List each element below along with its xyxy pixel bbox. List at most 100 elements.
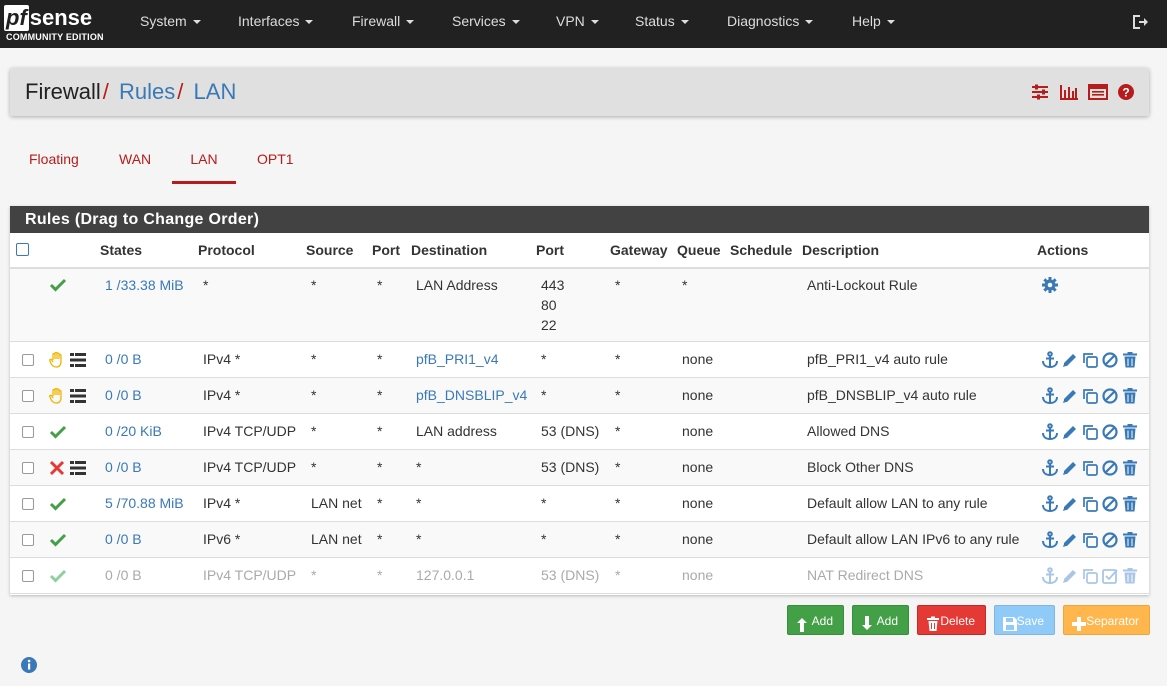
nav-system[interactable]: System xyxy=(140,0,201,48)
dest-port-cell: * xyxy=(541,531,547,547)
copy-icon[interactable] xyxy=(1081,387,1099,405)
nav-diagnostics[interactable]: Diagnostics xyxy=(727,0,814,48)
delete-button[interactable]: Delete xyxy=(917,605,986,635)
nav-interfaces[interactable]: Interfaces xyxy=(238,0,314,48)
caret-down-icon xyxy=(192,20,201,25)
caret-down-icon xyxy=(805,20,814,25)
anchor-icon[interactable] xyxy=(1041,459,1059,477)
states-link[interactable]: 0 /0 B xyxy=(105,351,142,367)
row-select-checkbox[interactable] xyxy=(22,390,34,402)
row-actions xyxy=(1041,351,1139,369)
states-link[interactable]: 0 /0 B xyxy=(105,387,142,403)
row-select-checkbox[interactable] xyxy=(22,570,34,582)
anchor-icon[interactable] xyxy=(1041,567,1059,585)
separator-button[interactable]: Separator xyxy=(1063,605,1150,635)
row-select-checkbox[interactable] xyxy=(22,534,34,546)
enable-checkbox-icon[interactable] xyxy=(1101,567,1119,585)
select-all-checkbox[interactable] xyxy=(16,243,29,256)
pencil-icon[interactable] xyxy=(1061,459,1079,477)
tab-opt1[interactable]: OPT1 xyxy=(257,144,294,184)
pencil-icon[interactable] xyxy=(1061,567,1079,585)
states-link[interactable]: 0 /0 B xyxy=(105,531,142,547)
pfsense-logo[interactable]: pf sense COMMUNITY EDITION xyxy=(4,4,112,44)
log-list-icon[interactable] xyxy=(1088,83,1108,101)
destination-cell[interactable]: pfB_PRI1_v4 xyxy=(416,351,499,367)
disable-ban-icon[interactable] xyxy=(1101,531,1119,549)
row-select-checkbox[interactable] xyxy=(22,426,34,438)
table-row[interactable]: 0 /0 B IPv4 * * * pfB_PRI1_v4 * * none p… xyxy=(10,342,1149,378)
trash-icon[interactable] xyxy=(1121,423,1139,441)
trash-icon[interactable] xyxy=(1121,387,1139,405)
tab-lan[interactable]: LAN xyxy=(172,144,236,184)
trash-icon[interactable] xyxy=(1121,351,1139,369)
anchor-icon[interactable] xyxy=(1041,423,1059,441)
pencil-icon[interactable] xyxy=(1061,495,1079,513)
caret-down-icon xyxy=(511,20,520,25)
pencil-icon[interactable] xyxy=(1061,351,1079,369)
anchor-icon[interactable] xyxy=(1041,387,1059,405)
row-select-checkbox[interactable] xyxy=(22,498,34,510)
table-row[interactable]: 0 /0 B IPv6 * LAN net * * * * none Defau… xyxy=(10,522,1149,558)
copy-icon[interactable] xyxy=(1081,459,1099,477)
source-port-cell: * xyxy=(377,531,383,547)
help-icon[interactable]: ? xyxy=(1117,83,1137,101)
anchor-icon[interactable] xyxy=(1041,351,1059,369)
tab-wan[interactable]: WAN xyxy=(119,144,151,184)
pencil-icon[interactable] xyxy=(1061,387,1079,405)
table-row[interactable]: 0 /0 B IPv4 TCP/UDP * * * 53 (DNS) * non… xyxy=(10,450,1149,486)
trash-icon[interactable] xyxy=(1121,459,1139,477)
copy-icon[interactable] xyxy=(1081,495,1099,513)
sign-out-icon[interactable] xyxy=(1131,13,1149,31)
states-link[interactable]: 0 /20 KiB xyxy=(105,423,162,439)
nav-status[interactable]: Status xyxy=(635,0,689,48)
row-select-checkbox[interactable] xyxy=(22,462,34,474)
arrow-down-icon xyxy=(860,613,876,630)
table-row[interactable]: 0 /0 B IPv4 * * * pfB_DNSBLIP_v4 * * non… xyxy=(10,378,1149,414)
row-select-checkbox[interactable] xyxy=(22,354,34,366)
copy-icon[interactable] xyxy=(1081,531,1099,549)
sliders-icon[interactable] xyxy=(1030,83,1050,101)
info-circle-icon[interactable] xyxy=(20,656,38,674)
nav-help[interactable]: Help xyxy=(852,0,895,48)
anchor-icon[interactable] xyxy=(1041,531,1059,549)
nav-services[interactable]: Services xyxy=(452,0,520,48)
states-link[interactable]: 5 /70.88 MiB xyxy=(105,495,184,511)
states-link[interactable]: 1 /33.38 MiB xyxy=(105,277,184,293)
table-row[interactable]: 0 /20 KiB IPv4 TCP/UDP * * LAN address 5… xyxy=(10,414,1149,450)
copy-icon[interactable] xyxy=(1081,351,1099,369)
trash-icon[interactable] xyxy=(1121,495,1139,513)
queue-cell: none xyxy=(682,423,714,439)
nav-vpn[interactable]: VPN xyxy=(556,0,599,48)
breadcrumb-lan-link[interactable]: LAN xyxy=(194,79,237,104)
table-row[interactable]: 5 /70.88 MiB IPv4 * LAN net * * * * none… xyxy=(10,486,1149,522)
trash-icon[interactable] xyxy=(1121,567,1139,585)
gear-icon[interactable] xyxy=(1041,276,1059,294)
disable-ban-icon[interactable] xyxy=(1101,423,1119,441)
nav-firewall[interactable]: Firewall xyxy=(352,0,415,48)
breadcrumb-rules-link[interactable]: Rules xyxy=(119,79,175,104)
destination-cell[interactable]: pfB_DNSBLIP_v4 xyxy=(416,387,527,403)
trash-icon[interactable] xyxy=(1121,531,1139,549)
add-top-button[interactable]: Add xyxy=(787,605,844,635)
anchor-icon[interactable] xyxy=(1041,495,1059,513)
disable-ban-icon[interactable] xyxy=(1101,495,1119,513)
save-button[interactable]: Save xyxy=(994,605,1055,635)
add-bottom-button[interactable]: Add xyxy=(852,605,909,635)
breadcrumb: Firewall/ Rules/ LAN xyxy=(25,78,236,106)
table-row[interactable]: 0 /0 B IPv4 TCP/UDP * * 127.0.0.1 53 (DN… xyxy=(10,558,1149,594)
disable-ban-icon[interactable] xyxy=(1101,459,1119,477)
disable-ban-icon[interactable] xyxy=(1101,351,1119,369)
destination-cell: LAN address xyxy=(416,423,497,439)
pencil-icon[interactable] xyxy=(1061,423,1079,441)
bar-chart-icon[interactable] xyxy=(1059,83,1079,101)
copy-icon[interactable] xyxy=(1081,567,1099,585)
copy-icon[interactable] xyxy=(1081,423,1099,441)
breadcrumb-panel: Firewall/ Rules/ LAN ? xyxy=(10,68,1149,116)
disable-ban-icon[interactable] xyxy=(1101,387,1119,405)
pencil-icon[interactable] xyxy=(1061,531,1079,549)
table-row[interactable]: 1 /33.38 MiB * * * LAN Address 443 80 22… xyxy=(10,269,1149,342)
tab-floating[interactable]: Floating xyxy=(29,144,79,184)
arrow-up-icon xyxy=(795,613,811,632)
states-link[interactable]: 0 /0 B xyxy=(105,567,142,583)
states-link[interactable]: 0 /0 B xyxy=(105,459,142,475)
